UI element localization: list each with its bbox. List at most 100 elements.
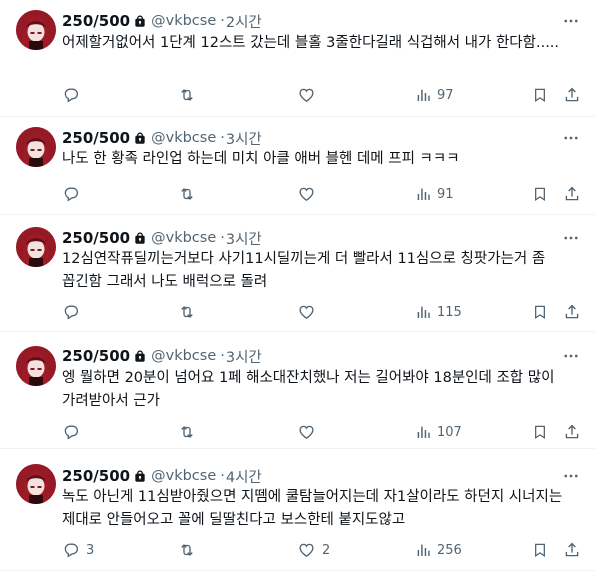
- retweet-button[interactable]: [177, 301, 203, 323]
- retweet-button[interactable]: [177, 539, 203, 561]
- tweet[interactable]: 250/500 @vkbcse · 3시간 엥 뭘하면 20분이 넘어요 1페 해소대잔…: [0, 332, 595, 449]
- display-name[interactable]: 250/500: [62, 229, 130, 247]
- share-button[interactable]: [563, 183, 581, 205]
- like-button[interactable]: 2: [297, 539, 330, 561]
- timestamp[interactable]: 3시간: [226, 228, 262, 249]
- tweet-header: 250/500 @vkbcse · 3시간: [62, 346, 262, 366]
- tweet-actions: 3 2 256: [0, 539, 595, 561]
- tweet-header: 250/500 @vkbcse · 4시간: [62, 466, 262, 486]
- share-button[interactable]: [563, 84, 581, 106]
- like-button[interactable]: [297, 421, 322, 443]
- share-button[interactable]: [563, 301, 581, 323]
- tweet-header: 250/500 @vkbcse · 3시간: [62, 228, 262, 248]
- bookmark-button[interactable]: [532, 539, 548, 561]
- views-icon: [415, 541, 431, 559]
- retweet-icon: [177, 303, 197, 321]
- avatar[interactable]: [16, 464, 56, 504]
- tweet[interactable]: 250/500 @vkbcse · 2시간어제할거없어서 1단계 12스트 갔는데 블…: [0, 0, 595, 117]
- reply-button[interactable]: 3: [62, 539, 94, 561]
- bookmark-icon: [532, 185, 548, 203]
- share-button[interactable]: [563, 421, 581, 443]
- avatar[interactable]: [16, 346, 56, 386]
- views-button[interactable]: 107: [415, 421, 462, 443]
- views-count: 115: [437, 304, 462, 320]
- views-button[interactable]: 115: [415, 301, 462, 323]
- reply-icon: [62, 541, 80, 559]
- like-icon: [297, 423, 316, 441]
- retweet-button[interactable]: [177, 421, 203, 443]
- reply-icon: [62, 86, 80, 104]
- replies-count: 3: [86, 542, 95, 558]
- views-button[interactable]: 97: [415, 84, 454, 106]
- more-options-icon[interactable]: [561, 11, 581, 31]
- bookmark-button[interactable]: [532, 421, 548, 443]
- share-icon: [563, 541, 581, 559]
- views-count: 91: [437, 186, 454, 202]
- retweet-button[interactable]: [177, 84, 203, 106]
- display-name[interactable]: 250/500: [62, 467, 130, 485]
- display-name[interactable]: 250/500: [62, 347, 130, 365]
- separator-dot: ·: [220, 468, 225, 484]
- share-button[interactable]: [563, 539, 581, 561]
- tweet[interactable]: 250/500 @vkbcse · 3시간 12심연작퓨딜끼는거보다 사기11시딜끼는게…: [0, 215, 595, 332]
- lock-icon: [133, 14, 147, 29]
- reply-button[interactable]: [62, 84, 86, 106]
- user-handle[interactable]: @vkbcse: [151, 468, 216, 484]
- avatar[interactable]: [16, 127, 56, 167]
- share-icon: [563, 303, 581, 321]
- user-handle[interactable]: @vkbcse: [151, 230, 216, 246]
- avatar[interactable]: [16, 227, 56, 267]
- views-count: 107: [437, 424, 462, 440]
- reply-button[interactable]: [62, 421, 86, 443]
- like-icon: [297, 303, 316, 321]
- like-button[interactable]: [297, 84, 322, 106]
- user-handle[interactable]: @vkbcse: [151, 13, 216, 29]
- share-icon: [563, 423, 581, 441]
- tweet-actions: 115: [0, 301, 595, 323]
- separator-dot: ·: [220, 348, 225, 364]
- lock-icon: [133, 231, 147, 246]
- tweet-text: 나도 한 황족 라인업 하는데 미치 아클 애버 블헨 데메 프피 ㅋㅋㅋ: [62, 151, 460, 167]
- bookmark-button[interactable]: [532, 183, 548, 205]
- reply-button[interactable]: [62, 183, 86, 205]
- views-icon: [415, 423, 431, 441]
- tweet[interactable]: 250/500 @vkbcse · 3시간 나도 한 황족 라인업 하는데 미치 아클 …: [0, 117, 595, 215]
- like-icon: [297, 185, 316, 203]
- separator-dot: ·: [220, 13, 225, 29]
- reply-button[interactable]: [62, 301, 86, 323]
- retweet-icon: [177, 541, 197, 559]
- lock-icon: [133, 349, 147, 364]
- more-options-icon[interactable]: [561, 346, 581, 366]
- bookmark-button[interactable]: [532, 301, 548, 323]
- like-button[interactable]: [297, 183, 322, 205]
- tweet-text: 12심연작퓨딜끼는거보다 사기11시딜끼는게 더 빨라서 11심으로 칭팟가는거…: [62, 251, 546, 290]
- bookmark-button[interactable]: [532, 84, 548, 106]
- more-options-icon[interactable]: [561, 228, 581, 248]
- tweet-actions: 91: [0, 183, 595, 205]
- views-button[interactable]: 256: [415, 539, 462, 561]
- user-handle[interactable]: @vkbcse: [151, 348, 216, 364]
- timestamp[interactable]: 4시간: [226, 466, 262, 487]
- bookmark-icon: [532, 541, 548, 559]
- display-name[interactable]: 250/500: [62, 12, 130, 30]
- tweet-text: 어제할거없어서 1단계 12스트 갔는데 블홀 3줄한다길래 식겁해서 내가 한…: [62, 35, 560, 51]
- retweet-icon: [177, 86, 197, 104]
- more-options-icon[interactable]: [561, 128, 581, 148]
- tweet-actions: 107: [0, 421, 595, 443]
- retweet-icon: [177, 185, 197, 203]
- like-button[interactable]: [297, 301, 322, 323]
- tweet-header: 250/500 @vkbcse · 3시간: [62, 128, 262, 148]
- retweet-button[interactable]: [177, 183, 203, 205]
- tweet[interactable]: 250/500 @vkbcse · 4시간 녹도 아닌게 11심받아줬으면 지뗌에 쿨탐…: [0, 449, 595, 571]
- user-handle[interactable]: @vkbcse: [151, 130, 216, 146]
- like-icon: [297, 86, 316, 104]
- display-name[interactable]: 250/500: [62, 129, 130, 147]
- avatar[interactable]: [16, 10, 56, 50]
- more-options-icon[interactable]: [561, 466, 581, 486]
- timestamp[interactable]: 2시간: [226, 11, 262, 32]
- timestamp[interactable]: 3시간: [226, 128, 262, 149]
- timestamp[interactable]: 3시간: [226, 346, 262, 367]
- tweet-text: 녹도 아닌게 11심받아줬으면 지뗌에 쿨탐늘어지는데 자1살이라도 하던지 시…: [62, 489, 563, 528]
- share-icon: [563, 86, 581, 104]
- views-button[interactable]: 91: [415, 183, 454, 205]
